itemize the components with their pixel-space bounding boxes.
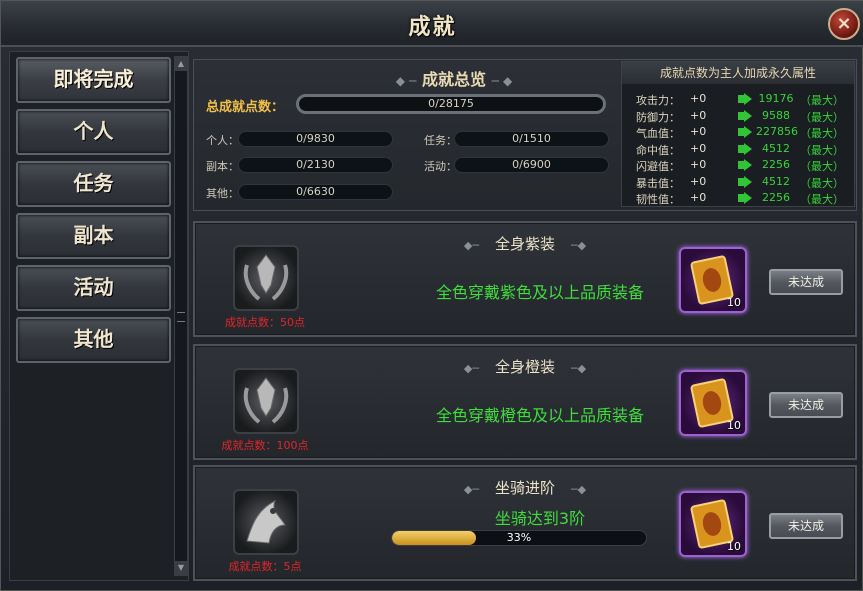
stat-activity-label: 活动： <box>424 160 457 173</box>
attribute-max-tag: （最大） <box>800 193 844 206</box>
arrow-right-icon <box>738 93 752 105</box>
stat-personal-bar: 0/9830 <box>238 131 393 147</box>
attribute-row: 攻击力： +0 19176 （最大） <box>634 92 852 108</box>
achievement-description: 全色穿戴紫色及以上品质装备 <box>435 283 644 302</box>
achievement-card: ◆─ 全身橙装 ─◆ 成就点数：100点 全色穿戴橙色及以上品质装备 10 未达成 <box>193 344 857 460</box>
claim-button[interactable]: 未达成 <box>769 513 843 539</box>
close-button[interactable]: × <box>828 8 860 40</box>
achievement-card: ◆─ 全身紫装 ─◆ 成就点数：50点 全色穿戴紫色及以上品质装备 10 未达成 <box>193 221 857 337</box>
equipment-badge-icon <box>233 245 299 311</box>
reward-quantity: 10 <box>727 419 741 432</box>
reward-quantity: 10 <box>727 540 741 553</box>
attribute-row: 暴击值： +0 4512 （最大） <box>634 175 852 191</box>
category-sidebar: 即将完成 个人 任务 副本 活动 其他 ▲ ▼ <box>9 51 189 581</box>
stat-other-label: 其他： <box>206 187 239 200</box>
arrow-right-icon <box>738 159 752 171</box>
attribute-max-tag: （最大） <box>800 127 844 140</box>
attribute-max: 2256 <box>762 191 790 204</box>
attribute-row: 闪避值： +0 2256 （最大） <box>634 158 852 174</box>
attribute-row: 气血值： +0 227856 （最大） <box>634 125 852 141</box>
scroll-up-icon[interactable]: ▲ <box>175 57 187 71</box>
total-points-bar: 0/28175 <box>296 94 606 114</box>
stat-quest-label: 任务： <box>424 134 457 147</box>
attribute-row: 命中值： +0 4512 （最大） <box>634 142 852 158</box>
attribute-label: 防御力： <box>636 110 680 124</box>
achievement-points: 成就点数：100点 <box>221 439 309 452</box>
attribute-label: 气血值： <box>636 127 680 140</box>
attribute-max: 19176 <box>758 92 794 105</box>
achievement-progress-bar: 33% <box>391 530 647 546</box>
stat-quest-bar: 0/1510 <box>454 131 609 147</box>
reward-quantity: 10 <box>727 296 741 309</box>
progress-percent: 33% <box>506 531 532 544</box>
attribute-label: 攻击力： <box>636 94 680 107</box>
attribute-row: 韧性值： +0 2256 （最大） <box>634 191 852 207</box>
window-title: 成就 <box>408 15 457 40</box>
tab-dungeon[interactable]: 副本 <box>16 213 171 259</box>
attribute-max-tag: （最大） <box>800 176 844 190</box>
attribute-current: +0 <box>690 158 707 171</box>
achievement-points: 成就点数：5点 <box>228 560 302 573</box>
attribute-panel-title: 成就点数为主人加成永久属性 <box>622 62 854 84</box>
reward-item[interactable]: 10 <box>679 491 747 557</box>
arrow-right-icon <box>738 126 752 138</box>
attribute-current: +0 <box>690 141 707 155</box>
summary-title: ◆ ─ 成就总览 ─ ◆ <box>395 70 513 89</box>
arrow-right-icon <box>738 109 752 122</box>
attribute-label: 暴击值： <box>636 176 680 190</box>
reward-item[interactable]: 10 <box>679 247 747 313</box>
attribute-label: 闪避值： <box>636 160 680 173</box>
attribute-max: 2256 <box>762 158 790 171</box>
close-icon: × <box>836 13 852 34</box>
stat-dungeon-bar: 0/2130 <box>238 157 393 173</box>
achievement-description: 全色穿戴橙色及以上品质装备 <box>435 406 644 425</box>
achievement-window: 成就 × 即将完成 个人 任务 副本 活动 其他 ▲ ▼ ◆ ─ 成就总览 ─ … <box>0 0 863 591</box>
equipment-badge-icon <box>233 368 299 434</box>
tab-personal[interactable]: 个人 <box>16 109 171 155</box>
tab-other[interactable]: 其他 <box>16 317 171 363</box>
achievement-points: 成就点数：50点 <box>225 316 305 329</box>
attribute-label: 韧性值： <box>636 193 680 206</box>
stat-other-bar: 0/6630 <box>238 184 393 200</box>
attribute-bonus-panel: 成就点数为主人加成永久属性 攻击力： +0 19176 （最大） 防御力： +0 9588 （… <box>621 61 855 207</box>
sidebar-scrollbar[interactable]: ▲ ▼ <box>174 56 188 576</box>
claim-button[interactable]: 未达成 <box>769 392 843 418</box>
attribute-max-tag: （最大） <box>800 160 844 173</box>
achievement-description: 坐骑达到3阶 <box>494 509 586 528</box>
attribute-row: 防御力： +0 9588 （最大） <box>634 109 852 125</box>
tab-quest[interactable]: 任务 <box>16 161 171 207</box>
stat-dungeon-label: 副本： <box>206 160 239 173</box>
tab-upcoming[interactable]: 即将完成 <box>16 57 171 103</box>
arrow-right-icon <box>738 142 752 155</box>
attribute-max: 4512 <box>762 141 790 155</box>
attribute-current: +0 <box>690 191 707 204</box>
claim-button[interactable]: 未达成 <box>769 269 843 295</box>
mount-badge-icon <box>233 489 299 555</box>
attribute-current: +0 <box>690 174 707 188</box>
attribute-max: 4512 <box>762 174 790 188</box>
stat-personal-label: 个人： <box>206 134 239 147</box>
arrow-right-icon <box>738 192 752 204</box>
attribute-max: 227856 <box>756 125 798 138</box>
arrow-right-icon <box>738 175 752 188</box>
attribute-current: +0 <box>690 125 707 138</box>
scroll-down-icon[interactable]: ▼ <box>175 561 187 575</box>
tab-activity[interactable]: 活动 <box>16 265 171 311</box>
title-bar: 成就 × <box>1 1 863 47</box>
scroll-grip[interactable] <box>177 312 185 322</box>
achievement-card: ◆─ 坐骑进阶 ─◆ 成就点数：5点 坐骑达到3阶 33% 10 未达成 <box>193 465 857 581</box>
attribute-max: 9588 <box>762 108 790 122</box>
attribute-label: 命中值： <box>636 143 680 157</box>
attribute-current: +0 <box>690 108 707 122</box>
total-points-label: 总成就点数： <box>206 100 285 115</box>
attribute-max-tag: （最大） <box>800 110 844 124</box>
attribute-max-tag: （最大） <box>800 94 844 107</box>
attribute-max-tag: （最大） <box>800 143 844 157</box>
reward-item[interactable]: 10 <box>679 370 747 436</box>
stat-activity-bar: 0/6900 <box>454 157 609 173</box>
attribute-current: +0 <box>690 92 707 105</box>
